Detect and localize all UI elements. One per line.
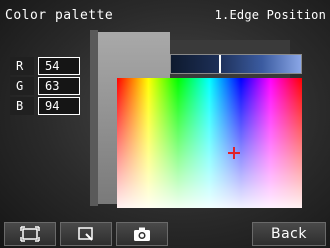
crosshair-icon	[228, 147, 240, 159]
camera-icon	[134, 227, 150, 241]
camera-view: Color palette 1.Edge Position R 54 G 63 …	[0, 0, 330, 248]
frame-icon	[20, 226, 40, 242]
b-value-field[interactable]: 94	[38, 97, 80, 115]
camera-button[interactable]	[116, 222, 168, 246]
page-title: Color palette	[5, 8, 114, 23]
background-object-edge	[90, 30, 98, 206]
palette-saturation-gradient	[117, 78, 302, 208]
brightness-slider-marker[interactable]	[219, 55, 221, 73]
b-label: B	[10, 97, 34, 115]
r-value-field[interactable]: 54	[38, 57, 80, 75]
header: Color palette 1.Edge Position	[0, 0, 330, 32]
g-value-field[interactable]: 63	[38, 77, 80, 95]
back-button[interactable]: Back	[252, 222, 326, 246]
frame-button[interactable]	[4, 222, 56, 246]
zoom-area-button[interactable]	[60, 222, 112, 246]
tool-name: 1.Edge Position	[214, 8, 326, 22]
color-palette-area[interactable]	[117, 78, 302, 208]
g-label: G	[10, 77, 34, 95]
brightness-slider[interactable]	[170, 54, 302, 74]
zoom-area-icon	[78, 227, 93, 241]
r-label: R	[10, 57, 34, 75]
